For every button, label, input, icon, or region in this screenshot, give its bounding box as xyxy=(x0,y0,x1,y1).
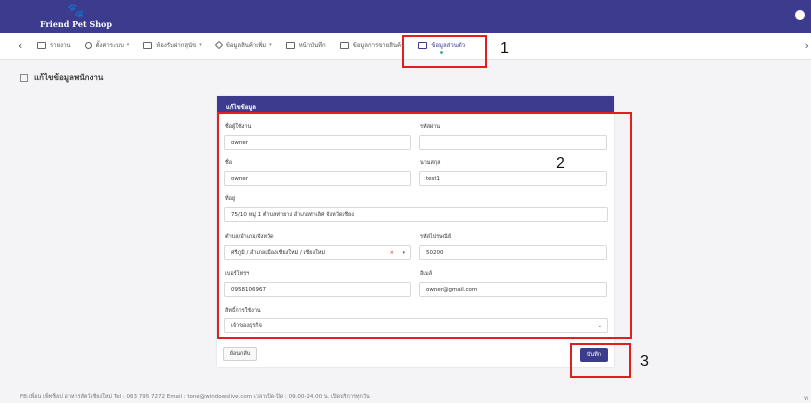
edit-icon xyxy=(20,73,28,82)
page-title-text: แก้ไขข้อมูลพนักงาน xyxy=(34,73,104,82)
annotation-box-1 xyxy=(402,35,487,68)
gear-icon xyxy=(84,41,92,49)
nav-scroll-left-icon[interactable]: ‹ xyxy=(18,39,22,52)
annotation-number-3: 3 xyxy=(640,353,649,370)
menu-item-record[interactable]: หน้าบันทึก xyxy=(285,40,326,50)
menu-item-report[interactable]: รายงาน xyxy=(37,40,71,50)
menu-item-product-data[interactable]: ข้อมูลสินค้าเพิ่ม ▾ xyxy=(214,40,272,50)
menu-item-label: ตั้งค่าระบบ xyxy=(95,42,124,49)
menu-item-sales[interactable]: ข้อมูลการขายสินค้า xyxy=(339,40,405,50)
top-bar: 🐾 Friend Pet Shop xyxy=(0,0,811,33)
annotation-box-3 xyxy=(570,343,631,378)
annotation-number-1: 1 xyxy=(500,40,509,57)
menu-item-settings[interactable]: ตั้งค่าระบบ ▾ xyxy=(84,40,130,50)
menu-item-label: ข้อมูลการขายสินค้า xyxy=(352,42,405,49)
annotation-number-2: 2 xyxy=(556,155,565,172)
menu-item-label: หน้าบันทึก xyxy=(298,42,326,49)
menu-item-label: รายงาน xyxy=(50,42,71,49)
page-title: แก้ไขข้อมูลพนักงาน xyxy=(20,71,103,84)
menu-item-kennel[interactable]: ห้องรับฝากสุนัข ▾ xyxy=(143,40,202,50)
kennel-icon xyxy=(143,41,153,49)
chevron-down-icon: ▾ xyxy=(269,42,272,48)
nav-scroll-right-icon[interactable]: › xyxy=(805,39,809,52)
annotation-box-2 xyxy=(217,112,632,339)
home-icon xyxy=(285,41,295,49)
diamond-icon xyxy=(214,40,223,50)
chevron-down-icon: ▾ xyxy=(199,42,202,48)
menu-item-label: ข้อมูลสินค้าเพิ่ม xyxy=(225,42,267,49)
back-button[interactable]: ย้อนกลับ xyxy=(223,347,257,361)
footer-contact: FB:เพื่อน เพ็ทช็อป อาหารสัตว์เชียงใหม่ T… xyxy=(20,394,370,400)
monitor-icon xyxy=(339,41,349,49)
menu-item-label: ห้องรับฝากสุนัข xyxy=(156,42,197,49)
user-avatar[interactable] xyxy=(795,10,805,20)
app-logo[interactable]: 🐾 Friend Pet Shop xyxy=(40,3,112,29)
report-icon xyxy=(37,41,46,49)
paw-logo-icon: 🐾 xyxy=(67,3,85,19)
chevron-down-icon: ▾ xyxy=(126,42,130,48)
app-name: Friend Pet Shop xyxy=(40,19,112,29)
